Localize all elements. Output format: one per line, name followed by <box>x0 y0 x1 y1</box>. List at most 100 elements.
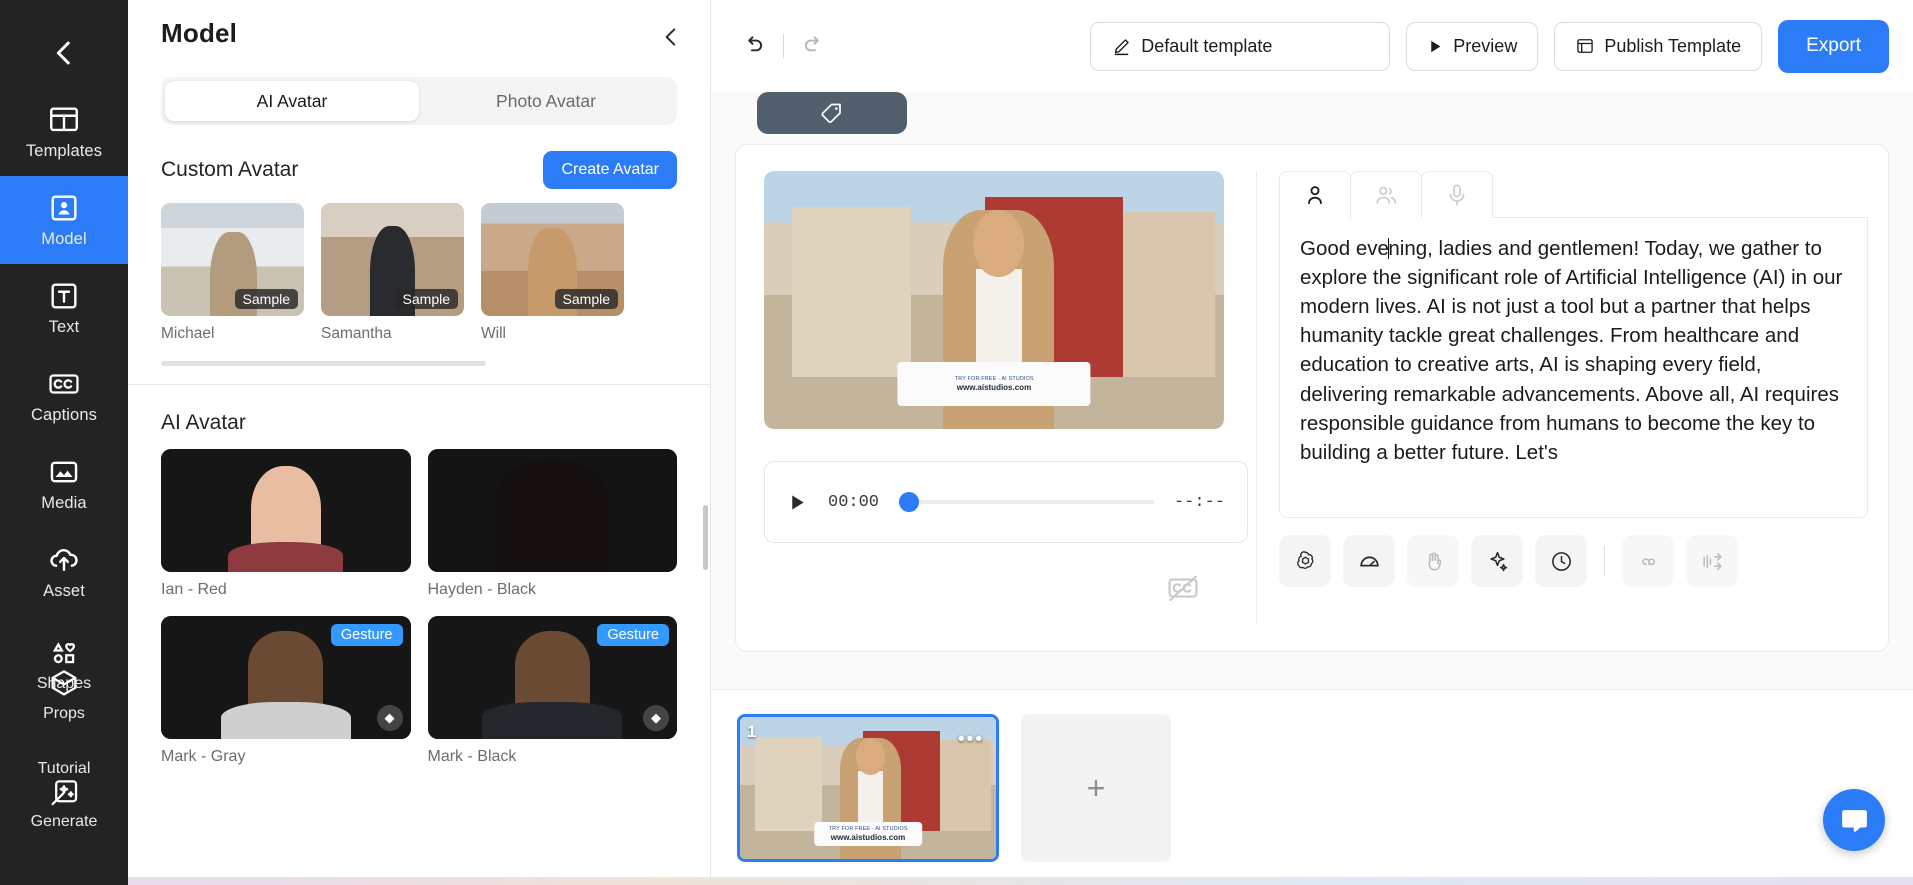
tab-voice-recording[interactable] <box>1421 171 1493 218</box>
progress-knob[interactable] <box>899 492 920 512</box>
main-editor: Default template Preview Publish Templat… <box>711 0 1913 885</box>
microphone-icon <box>1449 184 1465 206</box>
speed-button[interactable] <box>1343 535 1395 587</box>
sparkle-ai-icon <box>1489 551 1507 571</box>
pronunciation-button[interactable] <box>1622 535 1674 587</box>
scene-menu-button[interactable]: ••• <box>958 729 984 751</box>
redo-button[interactable] <box>794 26 834 66</box>
tag-label-icon <box>821 103 841 124</box>
tabs-filler <box>1492 171 1868 218</box>
pencil-edit-icon <box>1114 38 1130 55</box>
ai-avatar-card[interactable]: Gesture ◆ Mark - Gray <box>161 616 411 766</box>
sidebar-label-captions: Captions <box>31 406 97 424</box>
panel-vertical-scrollbar[interactable] <box>703 505 708 570</box>
publish-label: Publish Template <box>1604 35 1742 56</box>
generate-wand-icon <box>51 780 78 806</box>
tab-photo-avatar[interactable]: Photo Avatar <box>419 81 673 121</box>
editor-stage: TRY FOR FREE · AI STUDIOS www.aistudios.… <box>711 92 1913 689</box>
custom-avatar-card[interactable]: Sample Michael <box>161 203 304 343</box>
sidebar-item-text[interactable]: Text <box>0 264 128 352</box>
overlay-line-1: TRY FOR FREE · AI STUDIOS <box>828 826 908 832</box>
page-title: Model <box>161 18 238 48</box>
sidebar-item-captions[interactable]: Captions <box>0 352 128 440</box>
overlay-line-2: www.aistudios.com <box>956 382 1032 392</box>
sidebar-item-templates[interactable]: Templates <box>0 88 128 176</box>
ai-avatar-name: Mark - Gray <box>161 748 246 765</box>
ai-avatar-grid: Ian - Red Hayden - Black Gesture ◆ Mark … <box>161 449 677 766</box>
sidebar-item-media[interactable]: Media <box>0 440 128 528</box>
ai-avatar-section: AI Avatar Ian - Red Hayden - Black Gestu… <box>128 385 710 766</box>
script-textarea[interactable]: Good evening, ladies and gentlemen! Toda… <box>1279 218 1868 518</box>
video-overlay-banner: TRY FOR FREE · AI STUDIOS www.aistudios.… <box>897 361 1091 406</box>
gesture-button[interactable] <box>1407 535 1459 587</box>
sidebar-item-model[interactable]: Model <box>0 176 128 264</box>
speech-break-icon <box>1702 552 1722 570</box>
intercom-chat-icon <box>1841 809 1867 832</box>
create-avatar-button[interactable]: Create Avatar <box>543 151 677 189</box>
status-badge: Sample <box>554 289 618 309</box>
sidebar-item-props[interactable]: Props <box>0 666 128 723</box>
templates-icon <box>50 107 78 132</box>
pause-duration-button[interactable] <box>1535 535 1587 587</box>
waving-hand-gesture-icon <box>1428 552 1441 571</box>
ai-avatar-card[interactable]: Gesture ◆ Mark - Black <box>427 616 677 766</box>
captions-cc-icon <box>49 374 79 394</box>
current-time-label: 00:00 <box>828 492 880 512</box>
ai-avatar-thumbnail: Gesture ◆ <box>427 616 677 739</box>
custom-avatar-name: Samantha <box>321 325 392 342</box>
timeline-scene-thumbnail[interactable]: TRY FOR FREE · AI STUDIOS www.aistudios.… <box>737 714 999 862</box>
play-button[interactable] <box>787 492 808 513</box>
sidebar-label-generate: Generate <box>30 813 98 830</box>
media-image-icon <box>50 461 78 483</box>
avatar-head <box>973 209 1024 277</box>
custom-avatar-list: Sample Michael Sample Samantha Sample Wi… <box>161 203 677 343</box>
template-name-button[interactable]: Default template <box>1090 21 1391 71</box>
sidebar-label-text: Text <box>48 318 80 336</box>
ai-sparkle-button[interactable] <box>1471 535 1523 587</box>
ai-avatar-thumbnail <box>161 449 411 572</box>
speech-break-button[interactable] <box>1686 535 1738 587</box>
publish-template-button[interactable]: Publish Template <box>1554 21 1763 71</box>
video-preview[interactable]: TRY FOR FREE · AI STUDIOS www.aistudios.… <box>764 171 1224 429</box>
video-player-controls: 00:00 --:-- <box>764 461 1248 543</box>
preview-label: Preview <box>1453 35 1518 56</box>
model-panel-header: Model <box>128 0 710 55</box>
custom-avatar-card[interactable]: Sample Samantha <box>321 203 464 343</box>
script-text-before-caret: Good eve <box>1300 237 1389 260</box>
status-badge: Sample <box>394 289 458 309</box>
support-chat-button[interactable] <box>1823 789 1885 851</box>
scene-tag-button[interactable] <box>757 92 907 134</box>
progress-slider[interactable] <box>899 492 1154 512</box>
tab-single-speaker[interactable] <box>1279 171 1351 218</box>
custom-avatar-card[interactable]: Sample Will <box>481 203 624 343</box>
ai-avatar-header: AI Avatar <box>161 411 677 435</box>
tab-ai-avatar[interactable]: AI Avatar <box>165 81 419 121</box>
chevron-left-icon <box>56 41 70 65</box>
scene-editor-card: TRY FOR FREE · AI STUDIOS www.aistudios.… <box>735 144 1889 652</box>
custom-avatar-name: Michael <box>161 325 215 342</box>
sidebar-item-generate[interactable]: Generate <box>0 775 128 831</box>
ai-avatar-name: Ian - Red <box>161 581 227 598</box>
rail-back-button[interactable] <box>0 18 128 88</box>
chevron-left-icon <box>665 28 676 46</box>
preview-button[interactable]: Preview <box>1406 21 1539 71</box>
panel-collapse-button[interactable] <box>658 18 684 55</box>
ai-chatgpt-button[interactable] <box>1279 535 1331 587</box>
captions-toggle-button[interactable] <box>1166 571 1256 610</box>
undo-button[interactable] <box>733 26 773 66</box>
script-text-after-caret: ning, ladies and gentlemen! Today, we ga… <box>1300 237 1843 464</box>
background-building <box>939 739 991 831</box>
export-button[interactable]: Export <box>1778 19 1889 73</box>
ai-avatar-card[interactable]: Ian - Red <box>161 449 411 599</box>
add-scene-button[interactable]: + <box>1021 714 1171 862</box>
ai-avatar-name: Mark - Black <box>427 748 517 765</box>
sidebar-label-props: Props <box>43 705 85 722</box>
sidebar-item-asset[interactable]: Asset <box>0 528 128 616</box>
video-overlay-banner: TRY FOR FREE · AI STUDIOS www.aistudios.… <box>814 822 922 847</box>
custom-avatar-title: Custom Avatar <box>161 158 299 181</box>
play-triangle-icon <box>1431 40 1441 52</box>
tab-multi-speaker[interactable] <box>1350 171 1422 218</box>
overlay-line-2: www.aistudios.com <box>830 833 906 843</box>
custom-avatar-scrollbar[interactable] <box>161 361 486 366</box>
ai-avatar-card[interactable]: Hayden - Black <box>427 449 677 599</box>
